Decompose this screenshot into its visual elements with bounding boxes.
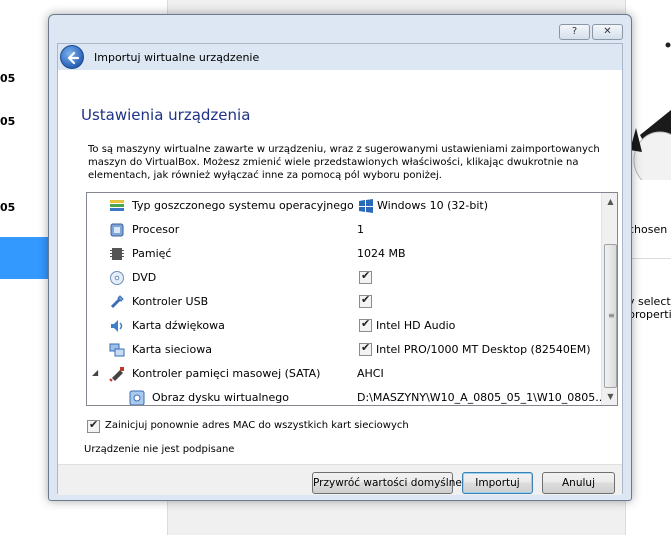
reinit-mac-checkbox[interactable]: ✔ bbox=[87, 418, 100, 433]
import-button[interactable]: Importuj bbox=[462, 472, 533, 494]
windows-logo-icon bbox=[359, 199, 373, 213]
wizard-title: Importuj wirtualne urządzenie bbox=[94, 51, 260, 64]
page-title: Ustawienia urządzenia bbox=[81, 106, 251, 124]
help-button[interactable]: ? bbox=[559, 24, 590, 40]
sata-controller-icon bbox=[109, 367, 124, 382]
scroll-up-arrow-icon[interactable]: ▲ bbox=[602, 193, 617, 210]
appliance-settings-tree[interactable]: Typ goszczonego systemu operacyjnego Win… bbox=[86, 192, 618, 406]
wizard-header: Importuj wirtualne urządzenie bbox=[58, 44, 622, 70]
scroll-down-arrow-icon[interactable]: ▼ bbox=[602, 388, 617, 405]
row-value: Intel HD Audio bbox=[376, 319, 456, 332]
dvd-icon bbox=[110, 271, 124, 285]
intro-text: To są maszyny wirtualne zawarte w urządz… bbox=[88, 144, 600, 181]
tree-row-os-type[interactable]: Typ goszczonego systemu operacyjnego Win… bbox=[87, 194, 601, 218]
side-panel-text: chosen bbox=[628, 223, 668, 236]
usb-checkbox[interactable]: ✔ bbox=[359, 293, 372, 308]
tree-row-network[interactable]: Karta sieciowa ✔ Intel PRO/1000 MT Deskt… bbox=[87, 338, 601, 362]
side-panel-text: y selecte bbox=[628, 295, 671, 308]
row-label: Obraz dysku wirtualnego bbox=[152, 391, 290, 404]
row-label: Kontroler USB bbox=[132, 295, 209, 308]
close-button[interactable]: ✕ bbox=[592, 24, 623, 40]
row-value: 1 bbox=[357, 223, 364, 236]
sound-card-icon bbox=[111, 320, 123, 332]
row-label: Karta sieciowa bbox=[132, 343, 212, 356]
vm-list-item-fragment[interactable]: 05 bbox=[0, 201, 15, 214]
restore-defaults-button[interactable]: Przywróć wartości domyślne bbox=[312, 472, 462, 494]
row-label: Kontroler pamięci masowej (SATA) bbox=[132, 367, 321, 380]
network-card-icon bbox=[109, 343, 125, 357]
tree-row-usb[interactable]: Kontroler USB ✔ bbox=[87, 290, 601, 314]
dialog-titlebar: ? ✕ bbox=[49, 15, 631, 45]
back-arrow-icon bbox=[67, 51, 80, 65]
vm-list-item-fragment[interactable]: 05 bbox=[0, 115, 15, 128]
import-appliance-dialog: ? ✕ Importuj wirtualne urządzenie Ustawi… bbox=[48, 14, 632, 501]
network-checkbox[interactable]: ✔ bbox=[359, 341, 372, 356]
cancel-button[interactable]: Anuluj bbox=[542, 472, 615, 494]
grip-icon: ≡ bbox=[608, 311, 615, 320]
tree-row-sound[interactable]: Karta dźwiękowa ✔ Intel HD Audio bbox=[87, 314, 601, 338]
row-value: Intel PRO/1000 MT Desktop (82540EM) bbox=[376, 343, 591, 356]
signature-status-text: Urządzenie nie jest podpisane bbox=[84, 444, 235, 455]
os-type-icon bbox=[110, 200, 124, 211]
ram-icon bbox=[110, 248, 124, 260]
tree-row-virtual-disk[interactable]: Obraz dysku wirtualnego D:\MASZYNY\W10_A… bbox=[87, 386, 606, 405]
sound-checkbox[interactable]: ✔ bbox=[359, 317, 372, 332]
scrollbar-thumb[interactable]: ≡ bbox=[604, 244, 617, 388]
row-value: Windows 10 (32-bit) bbox=[377, 199, 488, 212]
row-value: D:\MASZYNY\W10_A_0805_05_1\W10_0805... bbox=[357, 391, 606, 404]
collapse-arrow-icon[interactable]: ◢ bbox=[92, 368, 98, 377]
reinit-mac-label[interactable]: Zainicjuj ponownie adres MAC do wszystki… bbox=[105, 420, 409, 431]
dialog-client-area: Importuj wirtualne urządzenie Ustawienia… bbox=[57, 43, 623, 495]
tree-row-cpu[interactable]: Procesor 1 bbox=[87, 218, 601, 242]
tree-scrollbar[interactable]: ▲ ≡ ▼ bbox=[601, 193, 617, 405]
row-value: AHCI bbox=[357, 367, 384, 380]
penguin-logo-icon bbox=[630, 42, 671, 180]
usb-icon bbox=[110, 295, 124, 309]
vm-list-item-fragment[interactable]: 05 bbox=[0, 72, 15, 85]
row-value: 1024 MB bbox=[357, 247, 406, 260]
row-label: Pamięć bbox=[132, 247, 172, 260]
cpu-icon bbox=[110, 223, 124, 237]
row-label: Typ goszczonego systemu operacyjnego bbox=[132, 199, 354, 212]
vm-list-selected-item[interactable] bbox=[0, 237, 48, 279]
row-label: DVD bbox=[132, 271, 157, 284]
row-label: Procesor bbox=[132, 223, 180, 236]
button-bar: Przywróć wartości domyślne Importuj Anul… bbox=[58, 464, 622, 495]
virtual-disk-icon bbox=[129, 390, 145, 405]
tree-row-storage-controller[interactable]: ◢ Kontroler pamięci masowej (SATA) AHCI bbox=[87, 362, 601, 386]
back-button[interactable] bbox=[60, 45, 84, 69]
dvd-checkbox[interactable]: ✔ bbox=[359, 269, 372, 284]
tree-row-memory[interactable]: Pamięć 1024 MB bbox=[87, 242, 601, 266]
tree-row-dvd[interactable]: DVD ✔ bbox=[87, 266, 601, 290]
row-label: Karta dźwiękowa bbox=[132, 319, 225, 332]
side-panel-text: propertie bbox=[628, 308, 671, 321]
